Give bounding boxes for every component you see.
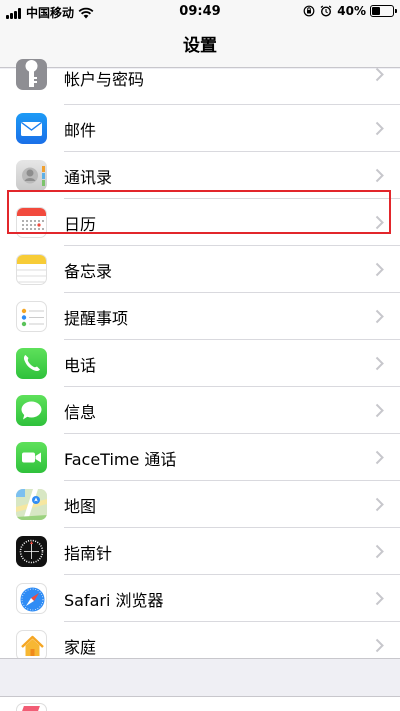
settings-row-partial[interactable] [0, 696, 400, 711]
messages-icon [16, 395, 47, 426]
chevron-right-icon [375, 591, 384, 606]
key-icon [16, 59, 47, 90]
settings-list: 帐户与密码 邮件 通讯录 日历 备忘录 提醒事项 电话 信息 FaceTime … [0, 59, 400, 669]
settings-row-phone[interactable]: 电话 [0, 340, 400, 387]
nav-bar: 设置 [0, 24, 400, 68]
app-icon [16, 703, 47, 711]
chevron-right-icon [375, 309, 384, 324]
phone-icon [16, 348, 47, 379]
chevron-right-icon [375, 497, 384, 512]
home-icon [16, 630, 47, 661]
page-title: 设置 [183, 36, 217, 56]
chevron-right-icon [375, 356, 384, 371]
chevron-right-icon [375, 262, 384, 277]
chevron-right-icon [375, 121, 384, 136]
alarm-icon [320, 5, 332, 17]
safari-icon [16, 583, 47, 614]
settings-row-label: 邮件 [64, 120, 97, 140]
settings-row-label: 日历 [64, 214, 97, 234]
chevron-right-icon [375, 638, 384, 653]
compass-icon [16, 536, 47, 567]
settings-row-facetime[interactable]: FaceTime 通话 [0, 434, 400, 481]
chevron-right-icon [375, 67, 384, 82]
settings-row-label: 通讯录 [64, 167, 113, 187]
settings-row-label: 备忘录 [64, 261, 113, 281]
settings-row-compass[interactable]: 指南针 [0, 528, 400, 575]
settings-row-label: 帐户与密码 [64, 70, 145, 89]
chevron-right-icon [375, 168, 384, 183]
chevron-right-icon [375, 215, 384, 230]
settings-row-label: Safari 浏览器 [64, 590, 164, 610]
status-right: 40% [303, 4, 397, 18]
orientation-lock-icon [303, 5, 315, 17]
settings-row-label: 地图 [64, 496, 97, 516]
chevron-right-icon [375, 403, 384, 418]
settings-row-accounts[interactable]: 帐户与密码 [0, 59, 400, 105]
settings-row-calendar[interactable]: 日历 [0, 199, 400, 246]
settings-row-messages[interactable]: 信息 [0, 387, 400, 434]
settings-row-label: 信息 [64, 402, 97, 422]
settings-row-safari[interactable]: Safari 浏览器 [0, 575, 400, 622]
settings-row-label: 电话 [64, 355, 97, 375]
section-gap [0, 658, 400, 696]
battery-fill [372, 7, 380, 15]
facetime-icon [16, 442, 47, 473]
settings-row-notes[interactable]: 备忘录 [0, 246, 400, 293]
settings-row-label: 提醒事项 [64, 308, 129, 328]
settings-row-reminders[interactable]: 提醒事项 [0, 293, 400, 340]
mail-icon [16, 113, 47, 144]
chevron-right-icon [375, 450, 384, 465]
settings-row-label: FaceTime 通话 [64, 449, 177, 469]
maps-icon [16, 489, 47, 520]
chevron-right-icon [375, 544, 384, 559]
notes-icon [16, 254, 47, 285]
reminders-icon [16, 301, 47, 332]
settings-row-mail[interactable]: 邮件 [0, 105, 400, 152]
settings-row-contacts[interactable]: 通讯录 [0, 152, 400, 199]
contacts-icon [16, 160, 47, 191]
settings-row-label: 家庭 [64, 637, 97, 657]
battery-icon [370, 5, 397, 17]
battery-percent: 40% [337, 4, 366, 18]
calendar-icon [16, 207, 47, 238]
settings-row-maps[interactable]: 地图 [0, 481, 400, 528]
settings-row-label: 指南针 [64, 543, 113, 563]
status-bar: 中国移动 09:49 40% [0, 0, 400, 24]
